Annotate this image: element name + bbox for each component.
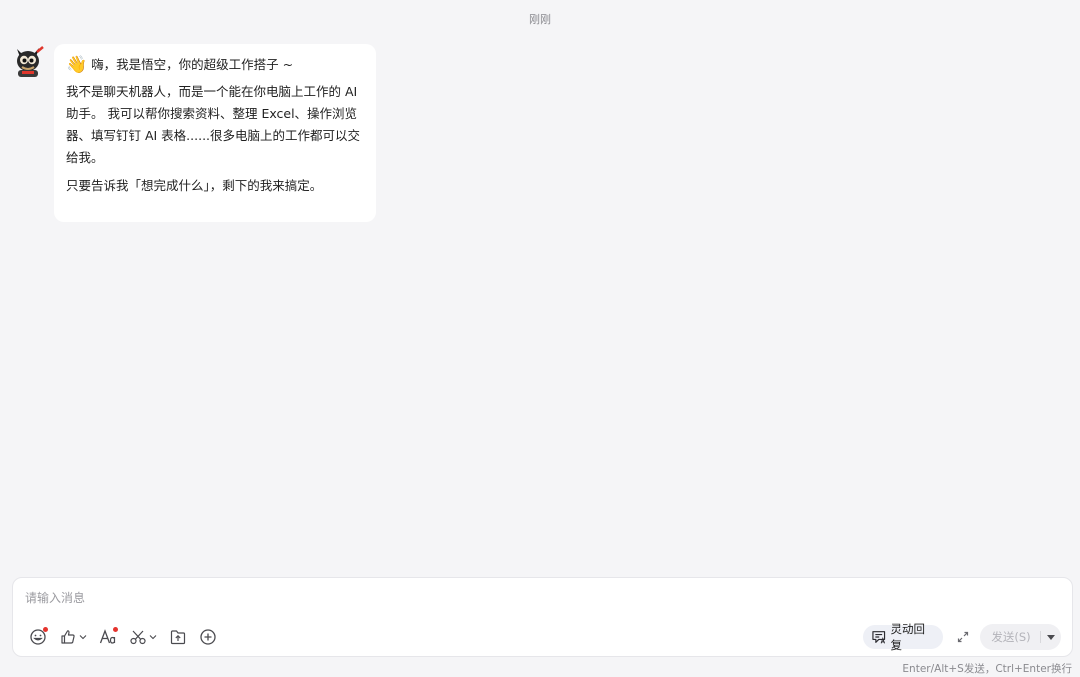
scissors-icon (130, 630, 146, 645)
message-input[interactable] (25, 588, 925, 608)
notification-dot (113, 627, 118, 632)
expand-composer-button[interactable] (955, 629, 971, 645)
smart-reply-label: 灵动回复 (890, 622, 925, 652)
quick-reaction-button[interactable] (59, 627, 87, 647)
composer-toolbar (29, 627, 229, 647)
send-button[interactable]: 发送(S) (980, 629, 1040, 645)
upload-file-button[interactable] (169, 627, 187, 647)
more-actions-button[interactable] (199, 627, 217, 647)
notification-dot (43, 627, 48, 632)
intro-paragraph: 我不是聊天机器人，而是一个能在你电脑上工作的 AI 助手。 我可以帮你搜索资料、… (66, 84, 361, 165)
smart-reply-button[interactable]: 灵动回复 (863, 622, 943, 652)
emoji-button[interactable] (29, 627, 48, 647)
keyboard-shortcut-hint: Enter/Alt+S发送，Ctrl+Enter换行 (902, 663, 1072, 675)
send-options-button[interactable] (1041, 632, 1061, 642)
send-button-group: 发送(S) (980, 624, 1061, 650)
message-composer: 灵动回复 发送(S) (12, 577, 1073, 657)
greeting-text: 嗨，我是悟空，你的超级工作搭子 ~ (91, 57, 294, 72)
waving-hand-emoji: 👋 (66, 55, 88, 75)
chevron-down-icon (79, 635, 87, 640)
assistant-message-bubble: 👋 嗨，我是悟空，你的超级工作搭子 ~ 我不是聊天机器人，而是一个能在你电脑上工… (54, 44, 376, 222)
chevron-down-icon (149, 635, 157, 640)
plus-circle-icon (200, 629, 216, 645)
screenshot-button[interactable] (129, 627, 157, 647)
greeting-line: 👋 嗨，我是悟空，你的超级工作搭子 ~ (66, 54, 364, 76)
closing-paragraph: 只要告诉我「想完成什么」，剩下的我来搞定。 (66, 178, 323, 193)
smart-reply-icon (872, 631, 886, 644)
assistant-avatar[interactable] (10, 43, 46, 79)
thumbs-up-icon (61, 630, 75, 644)
text-format-button[interactable] (99, 627, 118, 647)
upload-file-icon (170, 630, 186, 645)
expand-icon (957, 631, 969, 643)
message-timestamp: 刚刚 (529, 13, 551, 26)
caret-down-icon (1047, 635, 1055, 640)
